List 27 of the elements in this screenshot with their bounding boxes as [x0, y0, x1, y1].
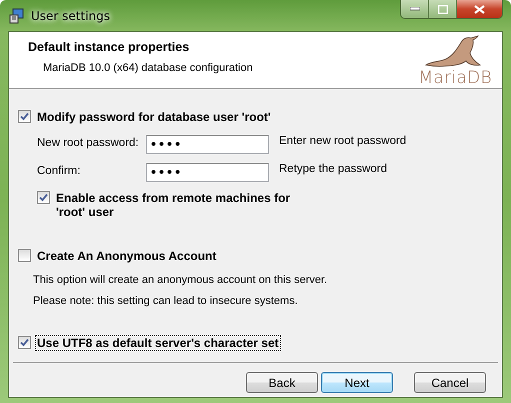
logo-text: MariaDB [418, 69, 492, 87]
minimize-icon[interactable] [401, 0, 429, 18]
window-title: User settings [31, 8, 110, 22]
installer-icon [9, 8, 25, 24]
checkbox-label[interactable]: Create An Anonymous Account [35, 248, 218, 264]
dialog-button[interactable]: Cancel [414, 372, 486, 393]
password-field[interactable]: •••• [146, 163, 269, 182]
field-hint: Enter new root password [278, 134, 406, 147]
checkbox[interactable] [18, 110, 31, 123]
checkbox[interactable] [18, 336, 31, 349]
note-text: This option will create an anonymous account on this server. [33, 273, 328, 287]
field-label: New root password: [37, 136, 140, 149]
maximize-icon[interactable] [429, 0, 457, 18]
close-icon[interactable] [457, 0, 502, 18]
page-subtitle: MariaDB 10.0 (x64) database configuration [42, 62, 253, 74]
checkbox-label[interactable]: Enable access from remote machines for 'root' user [54, 190, 308, 220]
checkbox-label[interactable]: Modify password for database user 'root' [35, 109, 273, 125]
checkbox[interactable] [37, 191, 50, 204]
field-label: Confirm: [37, 164, 82, 177]
page-title: Default instance properties [28, 40, 190, 54]
note-text: Please note: this setting can lead to insecure systems. [33, 294, 299, 308]
checkbox-label[interactable]: Use UTF8 as default server's character set [35, 335, 281, 351]
password-field[interactable]: •••• [146, 135, 269, 154]
field-hint: Retype the password [278, 162, 388, 175]
checkbox[interactable] [18, 249, 31, 262]
dialog-button[interactable]: Back [246, 372, 318, 393]
dialog-button[interactable]: Next [321, 372, 393, 393]
